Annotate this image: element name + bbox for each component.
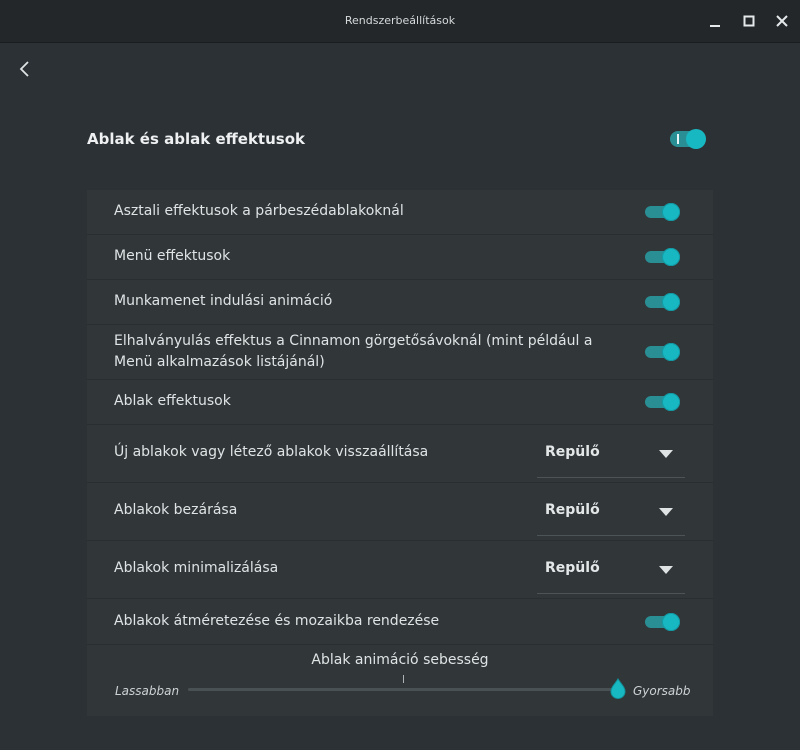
setting-label: Ablakok átméretezése és mozaikba rendezé… [114,613,440,629]
session-animation-toggle[interactable] [645,293,680,311]
setting-label: Asztali effektusok a párbeszédablakoknál [114,203,404,219]
section-toggle[interactable] [670,129,706,149]
toggle-on-mark [677,134,679,144]
setting-row: Új ablakok vagy létező ablakok visszaáll… [87,425,713,483]
slider-title: Ablak animáció sebesség [311,652,489,668]
back-button[interactable] [14,58,36,80]
window-effects-toggle[interactable] [645,393,680,411]
setting-row: Ablak effektusok [87,380,713,425]
slider-max-label: Gyorsabb [633,684,691,698]
title-bar[interactable]: Rendszerbeállítások [0,0,800,43]
setting-label: Új ablakok vagy létező ablakok visszaáll… [114,444,429,460]
setting-label: Ablakok minimalizálása [114,560,279,576]
setting-label: Menü effektusok [114,248,231,264]
setting-row: Menü effektusok [87,235,713,280]
toggle-knob [686,129,706,149]
minimize-button[interactable] [705,11,725,31]
close-icon [776,15,788,27]
section-title: Ablak és ablak effektusok [87,130,305,148]
menu-effects-toggle[interactable] [645,248,680,266]
minimize-icon [710,25,720,27]
slider-drop-icon [610,678,626,699]
setting-label: Elhalványulás effektus a Cinnamon görget… [114,333,593,370]
settings-panel: Asztali effektusok a párbeszédablakoknál… [87,190,713,716]
toggle-knob [662,248,680,266]
setting-row: Munkamenet indulási animáció [87,280,713,325]
animation-speed-slider[interactable] [188,688,618,691]
dropdown-value: Repülő [545,502,600,518]
setting-row: Ablakok átméretezése és mozaikba rendezé… [87,599,713,645]
setting-label: Ablak effektusok [114,393,231,409]
dropdown-arrow-icon [659,508,673,516]
toggle-knob [662,343,680,361]
setting-label: Munkamenet indulási animáció [114,293,333,309]
dropdown-value: Repülő [545,560,600,576]
chevron-left-icon [19,61,29,77]
dropdown-arrow-icon [659,450,673,458]
dropdown-arrow-icon [659,566,673,574]
close-button[interactable] [772,11,792,31]
toggle-knob [662,613,680,631]
maximize-icon [743,15,755,27]
resize-tile-effects-toggle[interactable] [645,613,680,631]
maximize-button[interactable] [739,11,759,31]
dropdown-value: Repülő [545,444,600,460]
slider-handle[interactable] [610,678,626,699]
minimize-window-effect-dropdown[interactable]: Repülő [537,547,685,594]
toggle-knob [662,393,680,411]
close-window-effect-dropdown[interactable]: Repülő [537,489,685,536]
setting-row: Asztali effektusok a párbeszédablakoknál [87,190,713,235]
slider-center-tick [403,675,404,683]
setting-row: Ablakok bezárása Repülő [87,483,713,541]
setting-row: Elhalványulás effektus a Cinnamon görget… [87,325,713,380]
new-window-effect-dropdown[interactable]: Repülő [537,431,685,478]
window-title: Rendszerbeállítások [344,14,456,27]
toggle-knob [662,203,680,221]
toggle-knob [662,293,680,311]
scrollbar-fade-toggle[interactable] [645,343,680,361]
setting-row: Ablakok minimalizálása Repülő [87,541,713,599]
setting-label: Ablakok bezárása [114,502,238,518]
dialog-effects-toggle[interactable] [645,203,680,221]
slider-min-label: Lassabban [115,684,180,698]
